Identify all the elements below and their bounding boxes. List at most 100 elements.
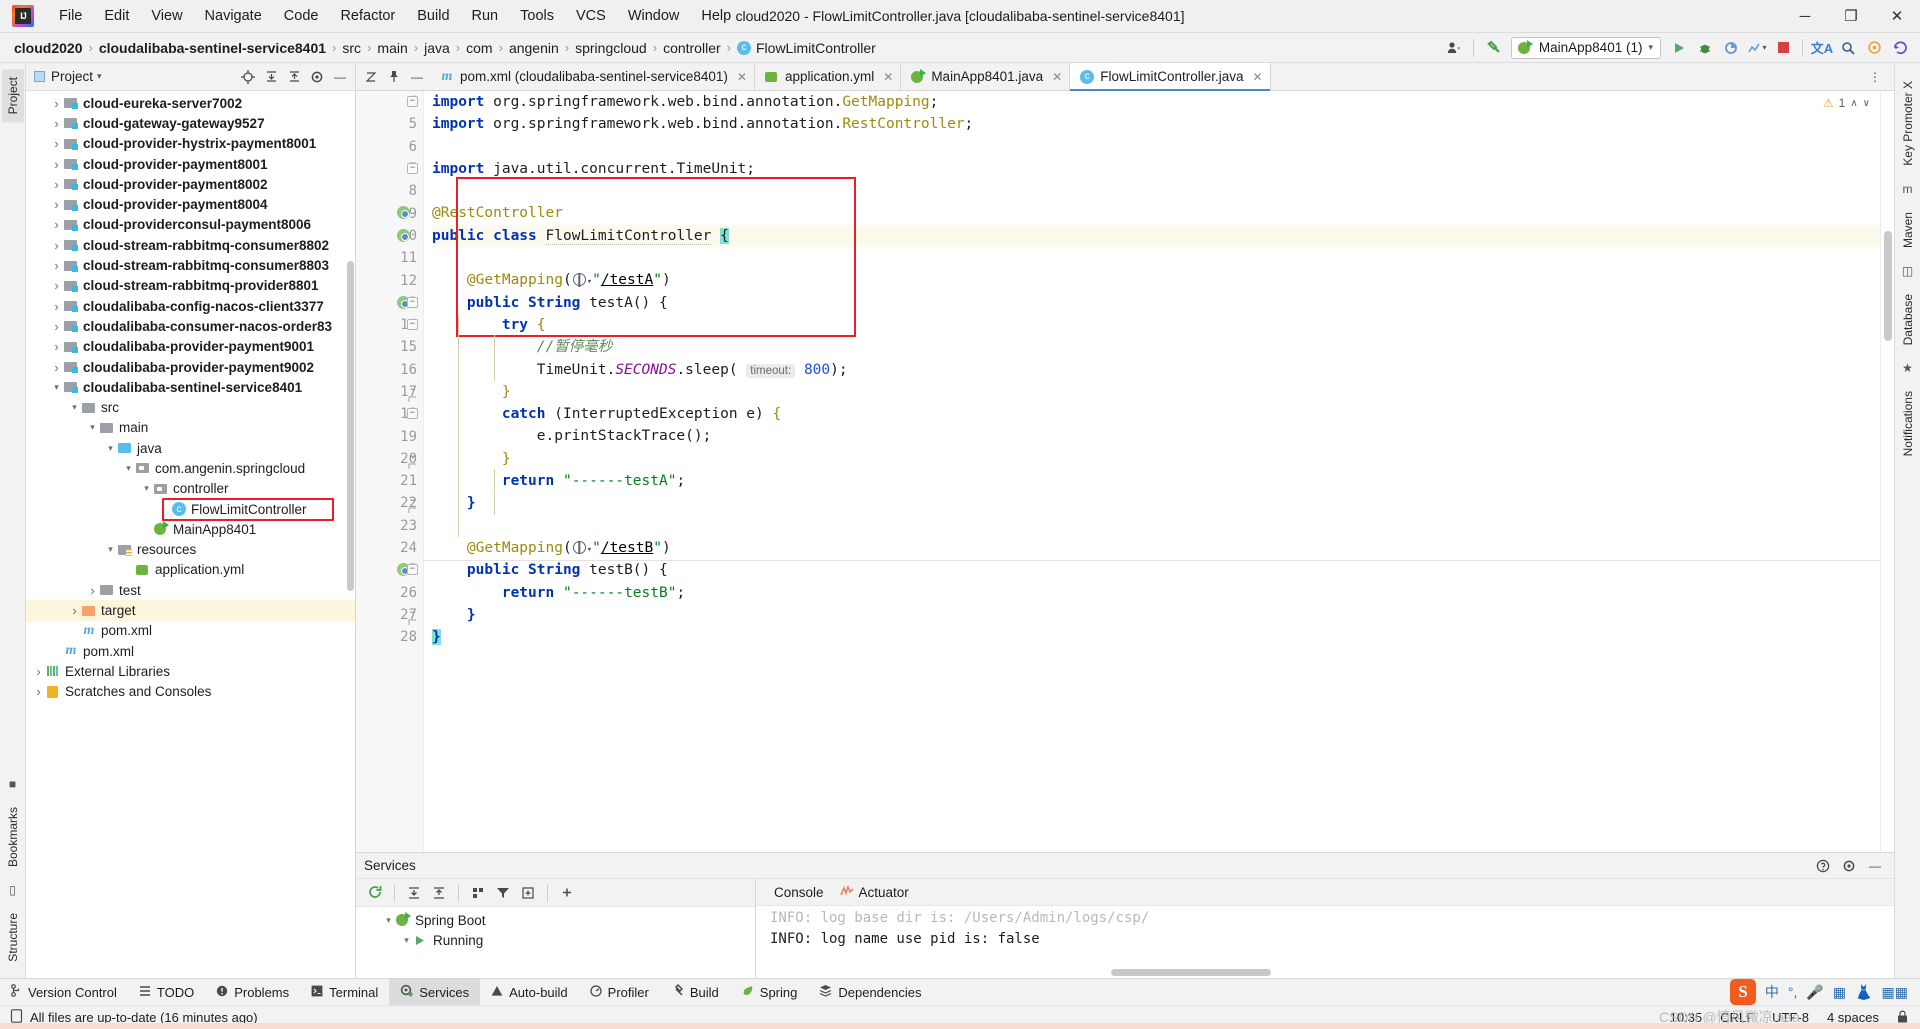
console-hscrollbar-thumb[interactable]: [1111, 969, 1271, 976]
menu-item-navigate[interactable]: Navigate: [194, 4, 273, 28]
coverage-icon[interactable]: [1719, 37, 1743, 59]
code-line[interactable]: }: [432, 448, 1880, 470]
menu-item-code[interactable]: Code: [273, 4, 330, 28]
code-line[interactable]: e.printStackTrace();: [432, 425, 1880, 447]
search-icon[interactable]: [1836, 37, 1860, 59]
profile-icon[interactable]: ▾: [1745, 37, 1769, 59]
chinese-input-icon[interactable]: 中: [1765, 982, 1779, 1002]
chevron-right-icon[interactable]: [50, 258, 63, 273]
tree-row[interactable]: pom.xml: [26, 621, 355, 641]
chevron-right-icon[interactable]: [32, 684, 45, 699]
pin-icon[interactable]: [383, 66, 405, 88]
tree-row[interactable]: main: [26, 418, 355, 438]
add-icon[interactable]: [556, 882, 578, 904]
locate-icon[interactable]: [237, 66, 259, 88]
breadcrumb-item-module[interactable]: cloudalibaba-sentinel-service8401: [95, 38, 330, 58]
breadcrumb-item-controller[interactable]: controller: [659, 38, 725, 58]
menu-item-run[interactable]: Run: [461, 4, 510, 28]
spring-bean-gutter-icon[interactable]: [396, 228, 412, 244]
services-tree-row[interactable]: Running: [356, 930, 755, 950]
editor-tab-mainapp8401[interactable]: MainApp8401.java ✕: [901, 63, 1071, 90]
rail-tab-key-promoter[interactable]: Key Promoter X: [1897, 73, 1919, 174]
tree-row[interactable]: cloud-provider-hystrix-payment8001: [26, 134, 355, 154]
breadcrumb-item-springcloud[interactable]: springcloud: [571, 38, 651, 58]
gutter-line[interactable]: 28: [356, 626, 423, 648]
chevron-down-icon[interactable]: [400, 935, 413, 946]
tree-row[interactable]: resources: [26, 540, 355, 560]
code-line[interactable]: [432, 136, 1880, 158]
bottom-tab-todo[interactable]: TODO: [128, 979, 205, 1005]
code-fold-icon[interactable]: [407, 564, 418, 576]
editor-scrollbar-thumb[interactable]: [1884, 231, 1892, 341]
code-fold-icon[interactable]: [407, 386, 418, 402]
chevron-down-icon[interactable]: [104, 443, 117, 454]
bottom-tab-version-control[interactable]: Version Control: [0, 979, 128, 1005]
hide-icon[interactable]: —: [1864, 855, 1886, 877]
menu-item-refactor[interactable]: Refactor: [329, 4, 406, 28]
run-icon[interactable]: [1667, 37, 1691, 59]
gutter-line[interactable]: 13: [356, 292, 423, 314]
project-tree[interactable]: cloud-eureka-server7002 cloud-gateway-gat…: [26, 91, 355, 978]
chevron-right-icon[interactable]: [50, 299, 63, 314]
code-line[interactable]: //暂停毫秒: [432, 336, 1880, 358]
tree-row[interactable]: cloudalibaba-sentinel-service8401: [26, 377, 355, 397]
code-line[interactable]: public String testA() {: [432, 292, 1880, 314]
tree-row[interactable]: cloudalibaba-provider-payment9001: [26, 337, 355, 357]
filter-icon[interactable]: [492, 882, 514, 904]
gutter-line[interactable]: 4: [356, 91, 423, 113]
tree-row[interactable]: cloud-provider-payment8001: [26, 154, 355, 174]
code-line[interactable]: return "------testB";: [432, 582, 1880, 604]
code-line[interactable]: @GetMapping(▾"/testB"): [432, 537, 1880, 559]
tree-row[interactable]: cloud-provider-payment8002: [26, 174, 355, 194]
add-tab-icon[interactable]: [517, 882, 539, 904]
editor-tab-application-yml[interactable]: application.yml ✕: [754, 63, 902, 90]
sogou-icon[interactable]: S: [1729, 979, 1756, 1005]
close-icon[interactable]: ✕: [737, 70, 747, 84]
translate-icon[interactable]: 文A: [1810, 37, 1834, 59]
gutter-line[interactable]: 5: [356, 113, 423, 135]
tree-row[interactable]: cloud-providerconsul-payment8006: [26, 215, 355, 235]
code-fold-icon[interactable]: [407, 318, 418, 330]
chevron-right-icon[interactable]: [50, 177, 63, 192]
menu-item-file[interactable]: File: [48, 4, 93, 28]
code-fold-icon[interactable]: [407, 408, 418, 420]
menu-item-view[interactable]: View: [140, 4, 193, 28]
bottom-tab-services[interactable]: Services: [389, 979, 481, 1005]
editor-viewport[interactable]: 4567891011121314151617181920212223242526…: [356, 91, 1894, 852]
gutter-line[interactable]: 15: [356, 336, 423, 358]
tree-row[interactable]: FlowLimitController: [26, 499, 355, 519]
code-line[interactable]: @RestController: [432, 202, 1880, 224]
tree-row[interactable]: target: [26, 600, 355, 621]
code-line[interactable]: public String testB() {: [432, 559, 1880, 581]
code-fold-icon[interactable]: [407, 296, 418, 308]
gear-icon[interactable]: [306, 66, 328, 88]
tree-row[interactable]: pom.xml: [26, 641, 355, 661]
bottom-tab-auto-build[interactable]: Auto-build: [480, 979, 579, 1005]
close-button[interactable]: ✕: [1874, 0, 1920, 33]
gutter-line[interactable]: 25: [356, 559, 423, 581]
gutter-line[interactable]: 7: [356, 158, 423, 180]
services-tab-console[interactable]: Console: [774, 885, 824, 900]
chevron-right-icon[interactable]: [50, 197, 63, 212]
chevron-right-icon[interactable]: [50, 339, 63, 354]
rail-tab-notifications[interactable]: Notifications: [1897, 383, 1919, 464]
gutter-line[interactable]: 27: [356, 604, 423, 626]
chevron-right-icon[interactable]: [50, 360, 63, 375]
chevron-right-icon[interactable]: [50, 319, 63, 334]
tree-row[interactable]: com.angenin.springcloud: [26, 458, 355, 478]
rail-tab-maven[interactable]: Maven: [1897, 204, 1919, 256]
breadcrumb-item-class[interactable]: FlowLimitController: [752, 38, 880, 58]
tree-row[interactable]: cloud-stream-rabbitmq-consumer8803: [26, 255, 355, 275]
chevron-right-icon[interactable]: [50, 136, 63, 151]
keyboard-icon[interactable]: ▦: [1833, 984, 1846, 1001]
tree-row[interactable]: cloud-stream-rabbitmq-provider8801: [26, 276, 355, 296]
gutter-line[interactable]: 19: [356, 425, 423, 447]
services-tab-actuator[interactable]: Actuator: [839, 884, 909, 900]
collapse-all-icon[interactable]: [283, 66, 305, 88]
tree-row[interactable]: MainApp8401: [26, 519, 355, 539]
bottom-tab-profiler[interactable]: Profiler: [579, 979, 660, 1005]
close-icon[interactable]: ✕: [1253, 70, 1263, 84]
updates-icon[interactable]: [1888, 37, 1912, 59]
editor-gutter[interactable]: 4567891011121314151617181920212223242526…: [356, 91, 424, 852]
menu-item-build[interactable]: Build: [406, 4, 460, 28]
